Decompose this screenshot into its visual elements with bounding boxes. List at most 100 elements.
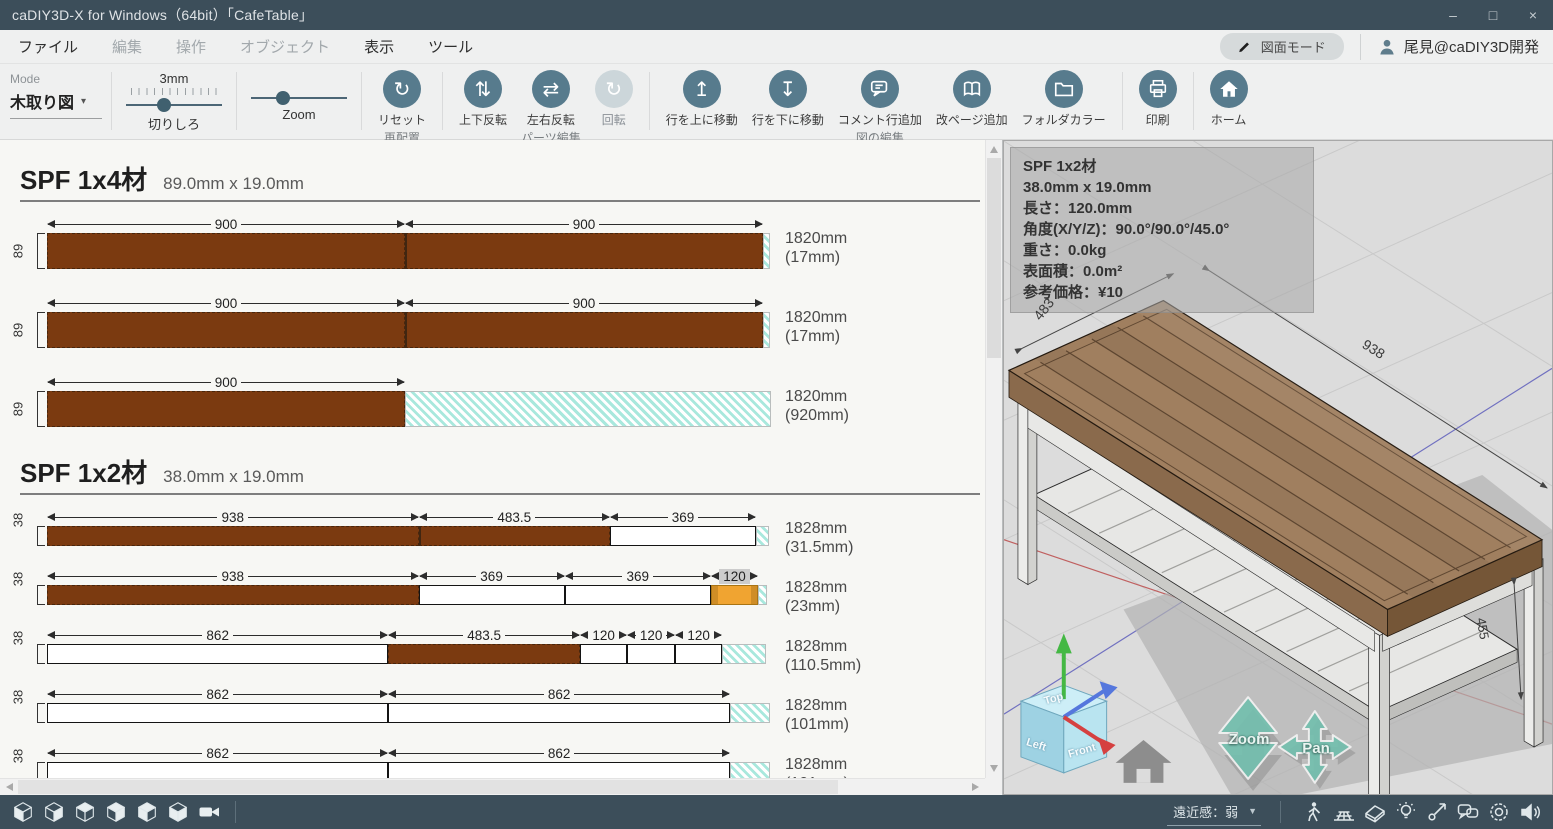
board-segment-wood[interactable]: [47, 233, 405, 269]
zoom-slider-thumb[interactable]: [276, 91, 290, 105]
stamp-icon[interactable]: [1486, 799, 1512, 825]
menu-item-file[interactable]: ファイル: [18, 36, 78, 57]
zoom-widget-label[interactable]: Zoom: [1219, 731, 1279, 748]
scroll-right-arrow[interactable]: [972, 783, 979, 791]
dimension-label: 900: [211, 296, 242, 311]
dimension-label: 900: [569, 296, 600, 311]
pan-widget-label[interactable]: Pan: [1286, 740, 1346, 757]
eraser-icon[interactable]: [1362, 799, 1388, 825]
mode-dropdown[interactable]: 木取り図 ▾: [10, 86, 102, 119]
dimension-segment: 120: [627, 627, 675, 644]
mode-group: Mode 木取り図 ▾: [10, 70, 102, 119]
zoom-slider[interactable]: [251, 90, 347, 106]
toolbar-button-print[interactable]: 印刷: [1132, 70, 1184, 128]
perspective-dropdown[interactable]: 遠近感：弱 ▼: [1167, 799, 1261, 826]
flip-vertical-icon: ⇅: [464, 70, 502, 108]
board-segment-wood[interactable]: [47, 526, 419, 546]
toolbar-button-move-row-up[interactable]: ↥行を上に移動: [659, 70, 745, 128]
walk-figure-icon[interactable]: [1300, 799, 1326, 825]
horizontal-scroll-thumb[interactable]: [18, 780, 838, 794]
board-segment-empty[interactable]: [419, 585, 565, 605]
toolbar-separator: [1122, 72, 1123, 130]
board-segment-empty[interactable]: [675, 644, 723, 664]
vertical-scroll-thumb[interactable]: [987, 158, 1001, 358]
mode-value: 木取り図: [10, 89, 74, 113]
view-front-icon[interactable]: [10, 799, 36, 825]
thickness-dimension: 38: [16, 703, 45, 723]
vertical-scrollbar[interactable]: [985, 140, 1002, 778]
view-right-icon[interactable]: [103, 799, 129, 825]
board-segment-wood[interactable]: [47, 312, 405, 348]
board-segment-empty[interactable]: [627, 644, 675, 664]
dimension-label: 120: [636, 628, 667, 643]
toolbar-button-folder-color[interactable]: フォルダカラー: [1015, 70, 1113, 128]
board-segment-wood[interactable]: [419, 526, 610, 546]
dim-arrow-left-icon: [47, 299, 55, 307]
camera-icon[interactable]: [196, 799, 222, 825]
board-segment-empty[interactable]: [610, 526, 756, 546]
toolbar-button-move-row-down[interactable]: ↧行を下に移動: [745, 70, 831, 128]
close-button[interactable]: ×: [1513, 0, 1553, 30]
floor-grid-icon[interactable]: [1331, 799, 1357, 825]
window-controls: – □ ×: [1433, 0, 1553, 30]
menu-item-view[interactable]: 表示: [364, 36, 394, 57]
dimension-segment: 120: [580, 627, 628, 644]
board-segment-empty[interactable]: [47, 644, 388, 664]
status-bar: 遠近感：弱 ▼: [0, 795, 1553, 829]
board-segment-wood[interactable]: [388, 644, 579, 664]
board-segment-empty[interactable]: [580, 644, 628, 664]
board-segment-empty[interactable]: [47, 762, 388, 778]
toolbar-button-reset[interactable]: ↻リセット再配置: [371, 70, 433, 146]
toolbar-button-add-page-break[interactable]: 改ページ追加: [929, 70, 1015, 128]
toolbar-button-rotate[interactable]: ↻回転: [588, 70, 640, 128]
toolbar-button-flip-vertical[interactable]: ⇅上下反転: [452, 70, 514, 128]
menu-item-tools[interactable]: ツール: [428, 36, 473, 57]
toolbar-button-home[interactable]: ホーム: [1203, 70, 1255, 128]
section-title: SPF 1x2材: [20, 453, 147, 490]
toolbar-button-add-comment-row[interactable]: コメント行追加図の編集: [831, 70, 929, 146]
board-segment-wood[interactable]: [47, 585, 419, 605]
thickness-dimension: 89: [16, 391, 45, 427]
dim-arrow-left-icon: [565, 572, 573, 580]
scroll-left-arrow[interactable]: [6, 783, 13, 791]
board-segment-empty[interactable]: [388, 703, 729, 723]
dim-arrow-right-icon: [703, 572, 711, 580]
move-object-icon[interactable]: [1424, 799, 1450, 825]
folder-color-icon: [1045, 70, 1083, 108]
toolbar-separator: [361, 72, 362, 130]
scroll-up-arrow[interactable]: [990, 146, 998, 153]
horizontal-scrollbar[interactable]: [0, 778, 985, 795]
view-back-icon[interactable]: [41, 799, 67, 825]
thickness-dimension: 38: [16, 526, 45, 546]
board-segment-empty[interactable]: [388, 762, 729, 778]
kerf-slider-track[interactable]: [126, 104, 222, 106]
minimize-button[interactable]: –: [1433, 0, 1473, 30]
zoom-slider-track[interactable]: [251, 97, 347, 99]
board-segment-selected[interactable]: [711, 585, 759, 605]
toolbar-button-flip-horizontal[interactable]: ⇄左右反転パーツ編集: [514, 70, 588, 146]
user-account[interactable]: 尾見@caDIY3D開発: [1377, 36, 1539, 57]
maximize-button[interactable]: □: [1473, 0, 1513, 30]
scroll-down-arrow[interactable]: [990, 765, 998, 772]
board-segment-empty[interactable]: [47, 703, 388, 723]
separator: [1360, 34, 1361, 60]
drawing-mode-button[interactable]: 図面モード: [1220, 33, 1344, 60]
view-left-icon[interactable]: [134, 799, 160, 825]
board-segment-wood[interactable]: [405, 233, 763, 269]
lightbulb-icon[interactable]: [1393, 799, 1419, 825]
drawing-mode-label: 図面モード: [1261, 37, 1326, 56]
view-bottom-icon[interactable]: [165, 799, 191, 825]
kerf-slider-thumb[interactable]: [157, 98, 171, 112]
dimension-label: 862: [544, 746, 575, 761]
sound-icon[interactable]: [1517, 799, 1543, 825]
kerf-slider[interactable]: [126, 97, 222, 113]
dim-arrow-left-icon: [405, 299, 413, 307]
board-segment-wood[interactable]: [405, 312, 763, 348]
board-segment-wood[interactable]: [47, 391, 405, 427]
board-leftover-hatch: [763, 233, 770, 269]
board-segment-empty[interactable]: [565, 585, 711, 605]
part-info-line: 長さ：120.0mm: [1023, 198, 1301, 219]
view-top-icon[interactable]: [72, 799, 98, 825]
comment-icon[interactable]: [1455, 799, 1481, 825]
3d-viewport[interactable]: SPF 1x2材38.0mm x 19.0mm長さ：120.0mm角度(X/Y/…: [1003, 140, 1553, 795]
